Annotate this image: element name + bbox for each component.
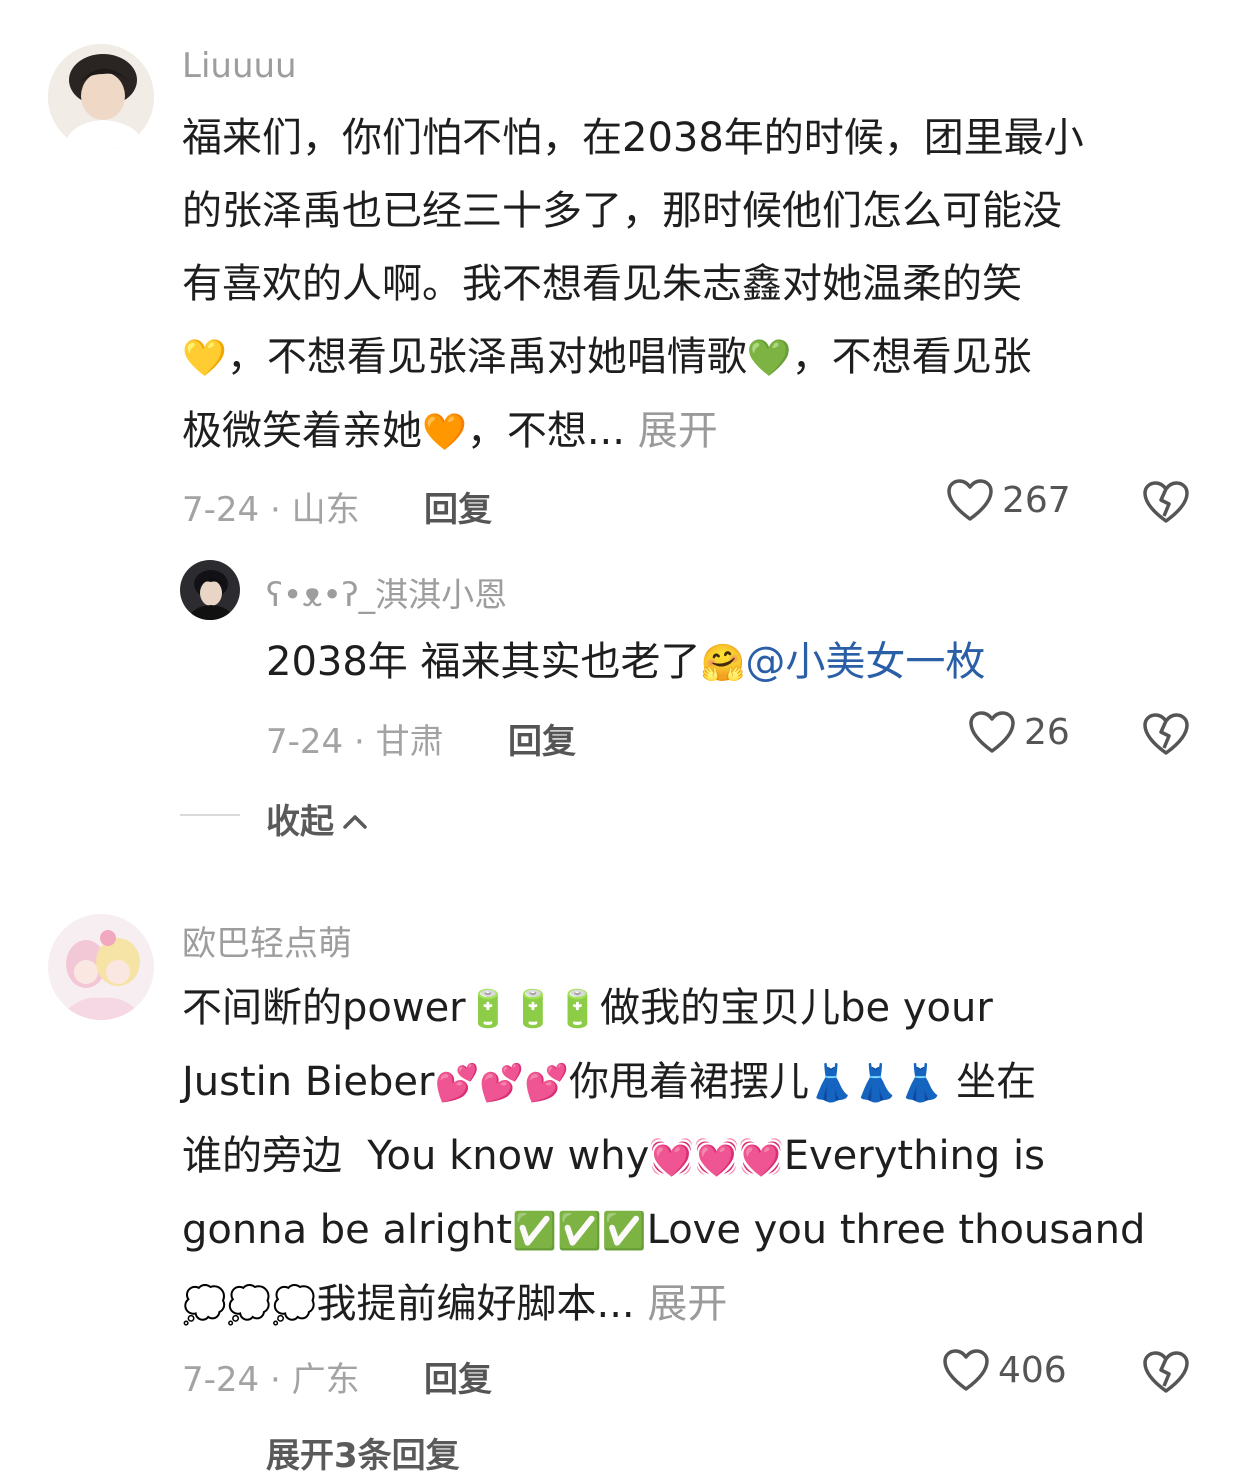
dress-emoji: 👗👗👗 — [808, 1063, 944, 1104]
broken-heart-icon — [1142, 712, 1190, 756]
green-heart-emoji: 💚 — [746, 338, 792, 379]
like-count: 406 — [998, 1349, 1067, 1391]
comment-item: 欧巴轻点萌 不间断的power🔋🔋🔋做我的宝贝儿be your Justin B… — [0, 900, 1242, 1476]
avatar[interactable] — [48, 914, 154, 1020]
reply-meta: 7-24 · 甘肃 — [266, 722, 444, 762]
comment-text: 不间断的power🔋🔋🔋做我的宝贝儿be your Justin Bieber💕… — [182, 985, 1146, 1327]
expand-replies-button[interactable]: 展开3条回复 — [266, 1428, 460, 1477]
reply-avatar[interactable] — [180, 560, 240, 620]
reply-text: 2038年 福来其实也老了🤗@小美女一枚 — [266, 639, 986, 685]
like-button[interactable]: 26 — [968, 710, 1070, 754]
reply-username[interactable]: ʕ•ᴥ•ʔ_淇淇小恩 — [266, 568, 507, 616]
comment-meta: 7-24 · 山东 — [182, 490, 360, 530]
two-hearts-emoji: 💕💕💕 — [434, 1063, 569, 1104]
like-count: 26 — [1024, 711, 1070, 753]
dislike-button[interactable] — [1142, 1350, 1190, 1394]
like-count: 267 — [1002, 479, 1071, 521]
reply-button[interactable]: 回复 — [424, 1352, 492, 1401]
comment-item: Liuuuu 福来们，你们怕不怕，在2038年的时候，团里最小 的张泽禹也已经三… — [0, 0, 1242, 860]
orange-heart-emoji: 🧡 — [422, 412, 467, 453]
collapse-replies-button[interactable]: 收起 — [266, 794, 368, 843]
like-button[interactable]: 406 — [942, 1348, 1067, 1392]
broken-heart-icon — [1142, 480, 1190, 524]
beating-heart-emoji: 💓💓💓 — [649, 1137, 784, 1178]
collapse-divider — [180, 814, 240, 816]
reply-button[interactable]: 回复 — [508, 714, 576, 763]
mention-link[interactable]: @小美女一枚 — [745, 639, 985, 685]
comment-text: 福来们，你们怕不怕，在2038年的时候，团里最小 的张泽禹也已经三十多了，那时候… — [182, 115, 1084, 454]
hugging-face-emoji: 🤗 — [700, 643, 746, 684]
battery-emoji: 🔋🔋🔋 — [465, 989, 601, 1030]
heart-outline-icon — [968, 710, 1016, 754]
avatar[interactable] — [48, 44, 154, 150]
heart-outline-icon — [942, 1348, 990, 1392]
dislike-button[interactable] — [1142, 712, 1190, 756]
yellow-heart-emoji: 💛 — [182, 338, 227, 379]
broken-heart-icon — [1142, 1350, 1190, 1394]
expand-text-button[interactable]: 展开 — [638, 408, 718, 454]
expand-text-button[interactable]: 展开 — [647, 1281, 727, 1327]
dislike-button[interactable] — [1142, 480, 1190, 524]
like-button[interactable]: 267 — [946, 478, 1071, 522]
check-mark-emoji: ✅✅✅ — [512, 1211, 647, 1252]
username[interactable]: Liuuuu — [182, 46, 297, 86]
username[interactable]: 欧巴轻点萌 — [182, 916, 352, 965]
comment-meta: 7-24 · 广东 — [182, 1360, 360, 1400]
reply-button[interactable]: 回复 — [424, 482, 492, 531]
heart-outline-icon — [946, 478, 994, 522]
thought-balloon-emoji: 💭💭💭 — [182, 1285, 317, 1326]
chevron-up-icon — [342, 799, 368, 839]
